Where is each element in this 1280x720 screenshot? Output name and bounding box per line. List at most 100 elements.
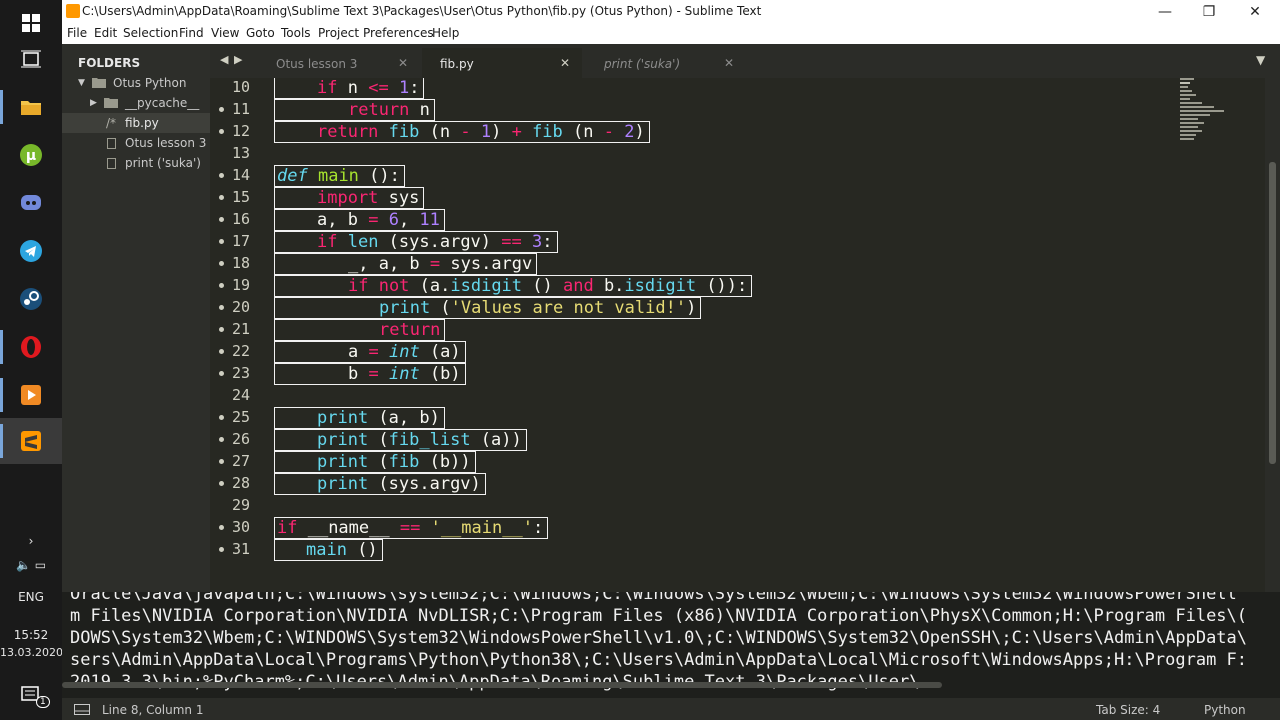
line-number: 28 <box>231 474 250 492</box>
code-line-30[interactable]: if __name__ == '__main__': <box>274 517 549 539</box>
code-line-15[interactable]: import sys <box>274 187 425 209</box>
sidebar-item-otus-python[interactable]: ▼ Otus Python <box>62 73 210 93</box>
language-indicator[interactable]: ENG <box>0 590 62 604</box>
code-line-27[interactable]: print (fib (b)) <box>274 451 476 473</box>
sidebar-item-print-suka[interactable]: print ('suka') <box>62 153 210 173</box>
minimize-button[interactable]: — <box>1142 0 1188 24</box>
code-token: b. <box>593 276 625 296</box>
steam-icon[interactable] <box>0 276 62 322</box>
clock-time[interactable]: 15:52 <box>0 628 62 642</box>
code-token: (b)) <box>419 452 471 472</box>
chevron-down-icon[interactable]: ▼ <box>78 78 85 88</box>
show-more-chevron-icon[interactable]: › <box>0 534 62 548</box>
code-editor[interactable]: 10 11 12 13 14 15 16 17 18 19 20 21 22 2… <box>210 78 1265 592</box>
line-number: 20 <box>231 298 250 316</box>
line-number: 10 <box>231 78 250 96</box>
code-token: a <box>348 342 369 362</box>
folder-icon <box>104 97 118 111</box>
tab-label: Otus lesson 3 <box>276 57 358 71</box>
chevron-right-icon[interactable]: ▶ <box>90 98 97 108</box>
sidebar-item-label: fib.py <box>125 116 159 130</box>
panel-toggle-icon[interactable] <box>74 704 90 718</box>
tab-bar: ◀ ▶ Otus lesson 3 ✕ fib.py ✕ print ('suk… <box>210 44 1280 78</box>
discord-icon[interactable] <box>0 180 62 226</box>
code-line-20[interactable]: print ('Values are not valid!') <box>274 297 702 319</box>
minimap[interactable] <box>1180 78 1260 148</box>
line-number: 21 <box>231 320 250 338</box>
tab-scroll-left-icon[interactable]: ◀ <box>220 53 228 66</box>
menu-help[interactable]: Help <box>432 26 459 40</box>
code-token: print <box>317 430 369 450</box>
menu-find[interactable]: Find <box>179 26 204 40</box>
clock-date[interactable]: 13.03.2020 <box>0 646 63 659</box>
code-line-19[interactable]: if not (a.isdigit () and b.isdigit ()): <box>274 275 753 297</box>
sublime-app-icon <box>66 4 80 18</box>
media-player-icon[interactable] <box>0 372 62 418</box>
close-tab-icon[interactable]: ✕ <box>724 56 734 70</box>
tab-otus-lesson-3[interactable]: Otus lesson 3 ✕ <box>258 48 420 78</box>
close-tab-icon[interactable]: ✕ <box>398 56 408 70</box>
task-view-icon[interactable] <box>0 36 62 82</box>
menu-edit[interactable]: Edit <box>94 26 117 40</box>
code-line-26[interactable]: print (fib_list (a)) <box>274 429 527 451</box>
sidebar-item-fib-py[interactable]: /* fib.py <box>62 113 210 133</box>
code-token: ()): <box>696 276 748 296</box>
editor-vertical-scrollbar[interactable] <box>1265 78 1280 592</box>
code-line-22[interactable]: a = int (a) <box>274 341 466 363</box>
code-token: () <box>522 276 563 296</box>
opera-icon[interactable] <box>0 324 62 370</box>
sublime-text-taskbar-icon[interactable] <box>0 418 62 464</box>
menu-view[interactable]: View <box>211 26 239 40</box>
menu-file[interactable]: File <box>67 26 87 40</box>
menu-selection[interactable]: Selection <box>123 26 178 40</box>
line-number-gutter: 10 11 12 13 14 15 16 17 18 19 20 21 22 2… <box>210 78 270 592</box>
folder-open-icon <box>92 77 106 91</box>
code-token: if <box>277 518 298 538</box>
notification-center-icon[interactable]: 1 <box>0 672 62 718</box>
tab-fib-py[interactable]: fib.py ✕ <box>422 48 582 78</box>
code-line-17[interactable]: if len (sys.argv) == 3: <box>274 231 558 253</box>
file-icon <box>107 158 116 172</box>
window-titlebar: C:\Users\Admin\AppData\Roaming\Sublime T… <box>62 0 1280 24</box>
menu-goto[interactable]: Goto <box>246 26 275 40</box>
code-token: (a)) <box>470 430 522 450</box>
sidebar-item-otus-lesson-3[interactable]: Otus lesson 3 <box>62 133 210 153</box>
menu-tools[interactable]: Tools <box>281 26 311 40</box>
code-line-12[interactable]: return fib (n - 1) + fib (n - 2) <box>274 121 650 143</box>
syntax-indicator[interactable]: Python <box>1204 703 1246 717</box>
sidebar-item-pycache[interactable]: ▶ __pycache__ <box>62 93 210 113</box>
line-number: 25 <box>231 408 250 426</box>
code-line-18[interactable]: _, a, b = sys.argv <box>274 253 538 275</box>
telegram-icon[interactable] <box>0 228 62 274</box>
console-horizontal-scrollbar[interactable] <box>62 682 942 688</box>
code-line-28[interactable]: print (sys.argv) <box>274 473 486 495</box>
volume-network-icons[interactable]: 🔈 ▭ <box>0 558 62 572</box>
build-output-panel[interactable]: Oracle\Java\javapath;C:\Windows\system32… <box>62 592 1280 694</box>
tab-list-dropdown-icon[interactable]: ▼ <box>1256 53 1265 67</box>
file-explorer-icon[interactable] <box>0 84 62 130</box>
code-line-23[interactable]: b = int (b) <box>274 363 466 385</box>
tab-print-suka[interactable]: print ('suka') ✕ <box>586 48 746 78</box>
utorrent-icon[interactable]: µ <box>0 132 62 178</box>
code-line-25[interactable]: print (a, b) <box>274 407 445 429</box>
close-button[interactable]: ✕ <box>1232 0 1278 24</box>
menu-project[interactable]: Project <box>318 26 359 40</box>
code-line-14[interactable]: def main (): <box>274 165 405 187</box>
code-line-11[interactable]: return n <box>274 99 435 121</box>
menu-preferences[interactable]: Preferences <box>363 26 434 40</box>
notification-count-badge: 1 <box>36 696 50 708</box>
code-token: 1 <box>398 78 410 98</box>
code-token: 1 <box>480 122 492 142</box>
line-number: 11 <box>231 100 250 118</box>
restore-button[interactable]: ❐ <box>1186 0 1232 24</box>
code-line-21[interactable]: return <box>274 319 446 341</box>
code-line-10[interactable]: if n <= 1: <box>274 78 425 99</box>
tab-size-indicator[interactable]: Tab Size: 4 <box>1096 703 1160 717</box>
tab-scroll-right-icon[interactable]: ▶ <box>234 53 242 66</box>
code-line-31[interactable]: main () <box>274 539 383 561</box>
code-token: + <box>511 122 522 142</box>
code-line-16[interactable]: a, b = 6, 11 <box>274 209 445 231</box>
close-tab-icon[interactable]: ✕ <box>560 56 570 70</box>
